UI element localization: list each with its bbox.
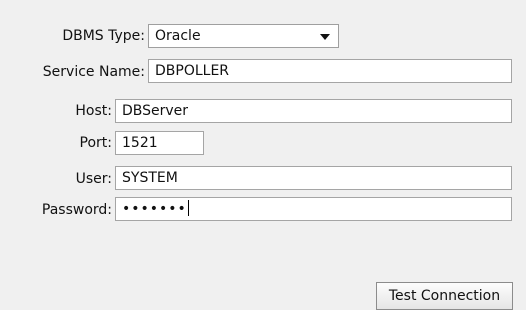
chevron-down-icon [320, 34, 330, 40]
password-field[interactable]: ••••••• [115, 197, 512, 221]
service-name-label: Service Name: [42, 64, 145, 80]
dbms-type-label: DBMS Type: [62, 28, 145, 44]
service-name-field[interactable]: DBPOLLER [148, 59, 512, 83]
dbms-type-dropdown[interactable]: Oracle [148, 24, 339, 48]
host-label: Host: [75, 103, 112, 119]
test-connection-button[interactable]: Test Connection [376, 282, 513, 310]
text-cursor [187, 200, 189, 216]
password-label: Password: [41, 202, 112, 218]
service-name-value: DBPOLLER [155, 63, 230, 79]
dbms-type-selected-value: Oracle [155, 28, 201, 44]
host-field[interactable]: DBServer [115, 99, 512, 123]
port-value: 1521 [122, 135, 158, 151]
user-label: User: [75, 171, 112, 187]
user-value: SYSTEM [122, 170, 178, 186]
port-label: Port: [79, 135, 112, 151]
user-field[interactable]: SYSTEM [115, 166, 512, 190]
password-masked-value: ••••••• [122, 201, 187, 217]
port-field[interactable]: 1521 [115, 131, 204, 155]
host-value: DBServer [122, 103, 189, 119]
database-connection-form: DBMS Type: Oracle Service Name: DBPOLLER… [0, 0, 526, 310]
